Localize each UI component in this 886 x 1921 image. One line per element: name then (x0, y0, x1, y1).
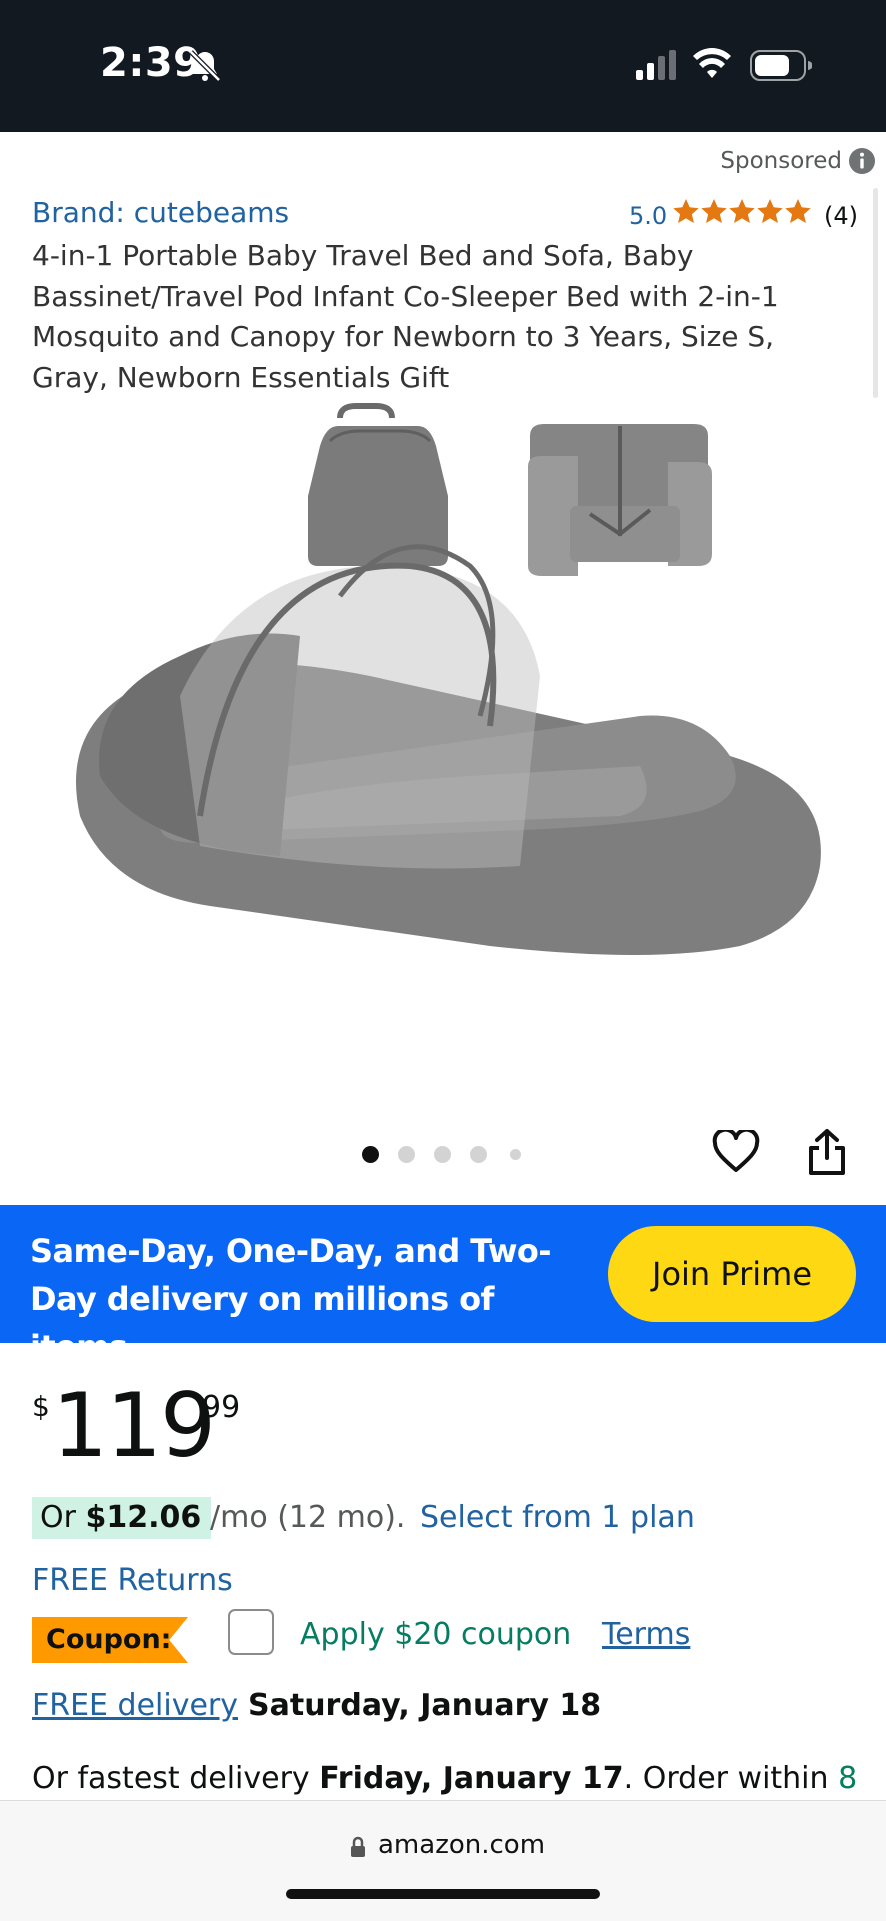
rating-value: 5.0 (629, 202, 668, 230)
coupon-checkbox[interactable] (228, 1609, 274, 1655)
scrollbar[interactable] (873, 188, 878, 398)
share-icon[interactable] (806, 1128, 848, 1176)
coupon-badge: Coupon: (32, 1617, 188, 1663)
star-rating-icon[interactable] (672, 198, 812, 226)
join-prime-button[interactable]: Join Prime (608, 1226, 856, 1322)
fastest-prefix: Or fastest delivery (32, 1761, 310, 1796)
sofa-image (528, 424, 712, 576)
apply-coupon-label[interactable]: Apply $20 coupon (300, 1617, 571, 1652)
url-field[interactable]: amazon.com (378, 1830, 545, 1860)
rating-count[interactable]: (4) (824, 202, 858, 230)
installment-prefix: Or (40, 1500, 76, 1535)
free-delivery-link[interactable]: FREE delivery (32, 1688, 238, 1723)
price-symbol: $ (32, 1390, 50, 1423)
carousel-dot-2[interactable] (398, 1146, 415, 1163)
carousel-dot-4[interactable] (470, 1146, 487, 1163)
carousel-dot-3[interactable] (434, 1146, 451, 1163)
carousel-dot-5[interactable] (510, 1149, 521, 1160)
fastest-middle: . Order within (623, 1761, 829, 1796)
battery-icon (750, 50, 812, 81)
free-returns-link[interactable]: FREE Returns (32, 1563, 233, 1598)
price-whole: 119 (52, 1374, 216, 1477)
fastest-delivery: Or fastest delivery Friday, January 17. … (32, 1761, 886, 1796)
carousel-dot-1[interactable] (362, 1146, 379, 1163)
select-plan-link[interactable]: Select from 1 plan (420, 1500, 695, 1535)
heart-icon[interactable] (712, 1130, 760, 1174)
brand-link[interactable]: Brand: cutebeams (32, 196, 289, 229)
fastest-remaining: 8 (838, 1761, 858, 1796)
bell-off-icon (189, 50, 221, 82)
info-icon[interactable] (848, 147, 876, 175)
fastest-date: Friday, January 17 (319, 1761, 624, 1796)
sponsored-label: Sponsored (720, 148, 842, 174)
product-title: 4-in-1 Portable Baby Travel Bed and Sofa… (32, 239, 779, 394)
signal-icon (636, 50, 676, 80)
browser-bar (0, 1800, 886, 1921)
bag-image (308, 403, 448, 566)
installment-term: /mo (12 mo). (210, 1500, 406, 1535)
prime-banner-text: Same-Day, One-Day, and Two-Day delivery … (30, 1232, 552, 1366)
wifi-icon (693, 48, 731, 78)
price-fraction: 99 (202, 1390, 241, 1425)
delivery-date: Saturday, January 18 (248, 1688, 602, 1723)
installment-amount: $12.06 (85, 1500, 202, 1535)
coupon-terms-link[interactable]: Terms (602, 1617, 690, 1652)
home-indicator[interactable] (286, 1889, 600, 1899)
lock-icon (351, 1836, 365, 1857)
bed-image (76, 544, 821, 955)
installment-badge: Or $12.06 (32, 1497, 212, 1539)
product-image[interactable] (60, 396, 826, 1076)
